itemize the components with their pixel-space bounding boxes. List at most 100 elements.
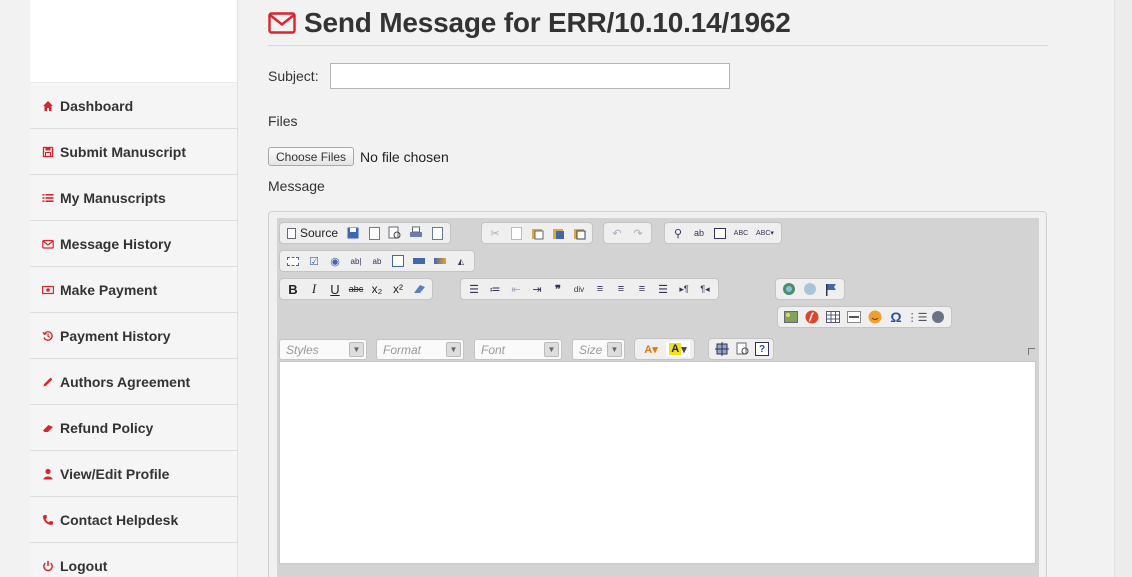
rich-text-editor: Source ✂ ↶ ↷ ⚲ ab ABC ABC▾ ☑ ◉ ab| ab ◭ … [268,211,1047,577]
ltr-icon[interactable]: ▸¶ [675,281,693,297]
horizontal-rule-icon[interactable] [845,309,863,325]
unlink-icon[interactable] [801,281,819,297]
toolbar-group-forms: ☑ ◉ ab| ab ◭ [279,250,475,272]
checkbox-icon[interactable]: ☑ [305,253,323,269]
text-color-icon[interactable]: A▾ [639,341,663,357]
align-right-icon[interactable]: ≡ [633,281,651,297]
paste-word-icon[interactable] [570,225,588,241]
save-icon[interactable] [344,225,362,241]
subject-input[interactable] [330,63,730,89]
source-button[interactable]: Source [284,225,341,241]
eraser-icon [40,422,56,434]
toolbar-group-basic-styles: B I U abc x₂ x² [279,278,433,300]
sidebar-item-refund-policy[interactable]: Refund Policy [30,405,237,451]
align-center-icon[interactable]: ≡ [612,281,630,297]
special-char-icon[interactable]: Ω [887,309,905,325]
bulleted-list-icon[interactable]: ≔ [486,281,504,297]
phone-icon [40,514,56,526]
page-break-icon[interactable]: ⋮☰ [907,309,928,325]
iframe-icon[interactable] [929,309,947,325]
blockquote-icon[interactable]: ❞ [549,281,567,297]
link-icon[interactable] [780,281,798,297]
sidebar-item-payment-history[interactable]: Payment History [30,313,237,359]
toolbar-group-document: Source [279,222,452,244]
page-title: Send Message for ERR/10.10.14/1962 [304,6,791,38]
outdent-icon[interactable]: ⇤ [507,281,525,297]
bold-icon[interactable]: B [284,281,302,297]
find-icon[interactable]: ⚲ [669,225,687,241]
textfield-icon[interactable]: ab| [347,253,365,269]
format-combo[interactable]: Format ▼ [376,339,464,360]
show-blocks-icon[interactable] [734,341,752,357]
sidebar-item-label: Contact Helpdesk [60,511,179,528]
page-header: Send Message for ERR/10.10.14/1962 [268,0,1048,46]
sidebar-item-dashboard[interactable]: Dashboard [30,83,237,129]
pencil-icon [40,376,56,388]
numbered-list-icon[interactable]: ☰ [465,281,483,297]
flash-icon[interactable] [803,309,821,325]
radio-icon[interactable]: ◉ [326,253,344,269]
background-color-icon[interactable]: A ▾ [666,341,690,357]
preview-icon[interactable] [386,225,404,241]
print-icon[interactable] [407,225,425,241]
styles-combo[interactable]: Styles ▼ [279,339,367,360]
image-icon[interactable] [782,309,800,325]
rtl-icon[interactable]: ¶◂ [696,281,714,297]
italic-icon[interactable]: I [305,281,323,297]
replace-icon[interactable]: ab [690,225,708,241]
strikethrough-icon[interactable]: abc [347,281,365,297]
spellcheck-as-you-type-icon[interactable]: ABC▾ [753,225,777,241]
collapse-toolbar-icon[interactable] [1028,348,1035,355]
button-icon[interactable] [410,253,428,269]
select-icon[interactable] [389,253,407,269]
new-page-icon[interactable] [365,225,383,241]
sidebar-item-submit-manuscript[interactable]: Submit Manuscript [30,129,237,175]
logo[interactable] [91,9,187,51]
templates-icon[interactable] [428,225,446,241]
sidebar-item-label: Logout [60,557,108,574]
align-left-icon[interactable]: ≡ [591,281,609,297]
sidebar-item-message-history[interactable]: Message History [30,221,237,267]
indent-icon[interactable]: ⇥ [528,281,546,297]
sidebar-item-label: Submit Manuscript [60,143,187,160]
sidebar-item-make-payment[interactable]: Make Payment [30,267,237,313]
message-editor-area[interactable] [279,361,1036,564]
create-div-icon[interactable]: div [570,281,588,297]
justify-icon[interactable]: ☰ [654,281,672,297]
paste-icon[interactable] [528,225,546,241]
paste-text-icon[interactable] [549,225,567,241]
superscript-icon[interactable]: x² [389,281,407,297]
maximize-icon[interactable] [713,341,731,357]
textarea-icon[interactable]: ab [368,253,386,269]
copy-icon[interactable] [507,225,525,241]
hidden-field-icon[interactable]: ◭ [452,253,470,269]
sidebar-item-authors-agreement[interactable]: Authors Agreement [30,359,237,405]
sidebar-item-contact-helpdesk[interactable]: Contact Helpdesk [30,497,237,543]
form-icon[interactable] [284,253,302,269]
undo-icon[interactable]: ↶ [608,225,626,241]
format-combo-label: Format [383,342,422,357]
sidebar-item-my-manuscripts[interactable]: My Manuscripts [30,175,237,221]
choose-files-button[interactable]: Choose Files [268,147,355,166]
sidebar-item-label: Payment History [60,327,171,344]
subscript-icon[interactable]: x₂ [368,281,386,297]
size-combo[interactable]: Size ▼ [572,339,625,360]
sidebar-item-logout[interactable]: Logout [30,543,237,577]
select-all-icon[interactable] [711,225,729,241]
remove-format-icon[interactable] [410,281,428,297]
smiley-icon[interactable] [866,309,884,325]
table-icon[interactable] [824,309,842,325]
image-button-icon[interactable] [431,253,449,269]
file-input: Choose Files No file chosen [268,147,449,166]
cut-icon[interactable]: ✂ [486,225,504,241]
font-combo[interactable]: Font ▼ [474,339,562,360]
spellcheck-icon[interactable]: ABC [732,225,750,241]
anchor-icon[interactable] [822,281,840,297]
redo-icon[interactable]: ↷ [629,225,647,241]
help-icon[interactable]: ? [755,342,769,356]
underline-icon[interactable]: U [326,281,344,297]
sidebar-item-view-edit-profile[interactable]: View/Edit Profile [30,451,237,497]
no-file-text: No file chosen [360,148,449,165]
toolbar-group-undo: ↶ ↷ [603,222,652,244]
user-icon [40,468,56,480]
